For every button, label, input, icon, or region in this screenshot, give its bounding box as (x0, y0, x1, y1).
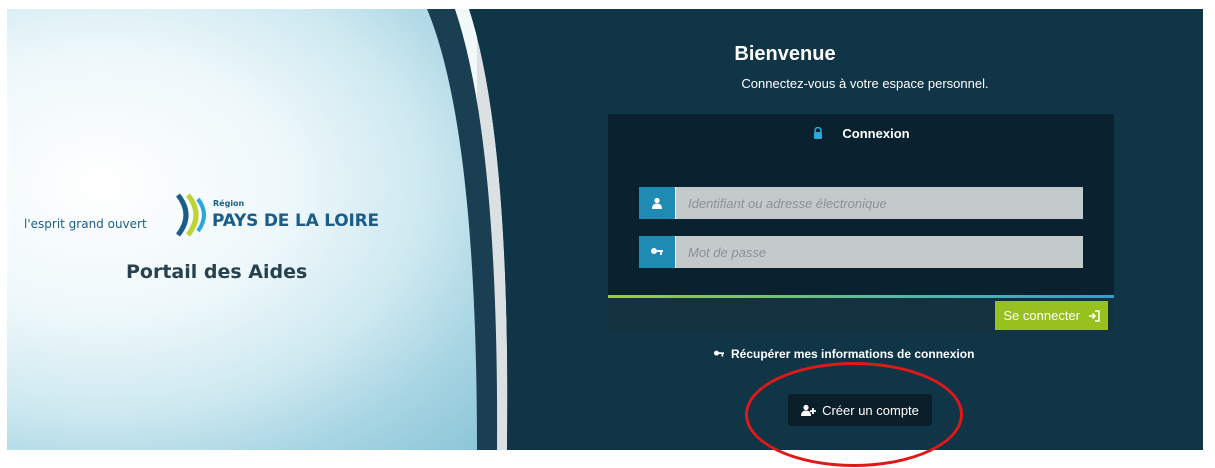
add-user-icon (801, 404, 817, 416)
password-field (639, 236, 1083, 268)
username-input[interactable] (676, 187, 1083, 219)
sign-in-icon (1089, 309, 1100, 322)
portal-title: Portail des Aides (126, 261, 308, 283)
key-icon (714, 350, 724, 357)
logo-tagline: l'esprit grand ouvert (24, 217, 147, 231)
recover-credentials-link[interactable]: Récupérer mes informations de connexion (713, 347, 974, 361)
login-header-label: Connexion (842, 125, 910, 141)
login-footer: Se connecter (608, 298, 1114, 333)
region-logo: l'esprit grand ouvert Région PAYS DE LA … (22, 189, 382, 299)
welcome-subtitle: Connectez-vous à votre espace personnel. (741, 76, 989, 91)
username-field (639, 187, 1083, 219)
login-form: Connexion Se (608, 114, 1114, 333)
welcome-title: Bienvenue (734, 43, 836, 65)
connect-button-label: Se connecter (1003, 308, 1080, 323)
login-header: Connexion (608, 114, 1114, 152)
lock-icon (814, 127, 823, 139)
logo-region-label: Région (213, 199, 245, 208)
password-input[interactable] (676, 236, 1083, 268)
create-account-label: Créer un compte (822, 402, 919, 418)
create-account-button[interactable]: Créer un compte (788, 394, 932, 426)
decorative-swoosh (427, 9, 527, 450)
connect-button[interactable]: Se connecter (995, 301, 1108, 330)
key-icon (639, 236, 676, 268)
login-page: l'esprit grand ouvert Région PAYS DE LA … (7, 9, 1203, 450)
user-icon (639, 187, 676, 219)
logo-region-name: PAYS DE LA LOIRE (212, 211, 379, 231)
recover-credentials-label: Récupérer mes informations de connexion (731, 347, 975, 361)
logo-arcs-icon (175, 193, 206, 237)
